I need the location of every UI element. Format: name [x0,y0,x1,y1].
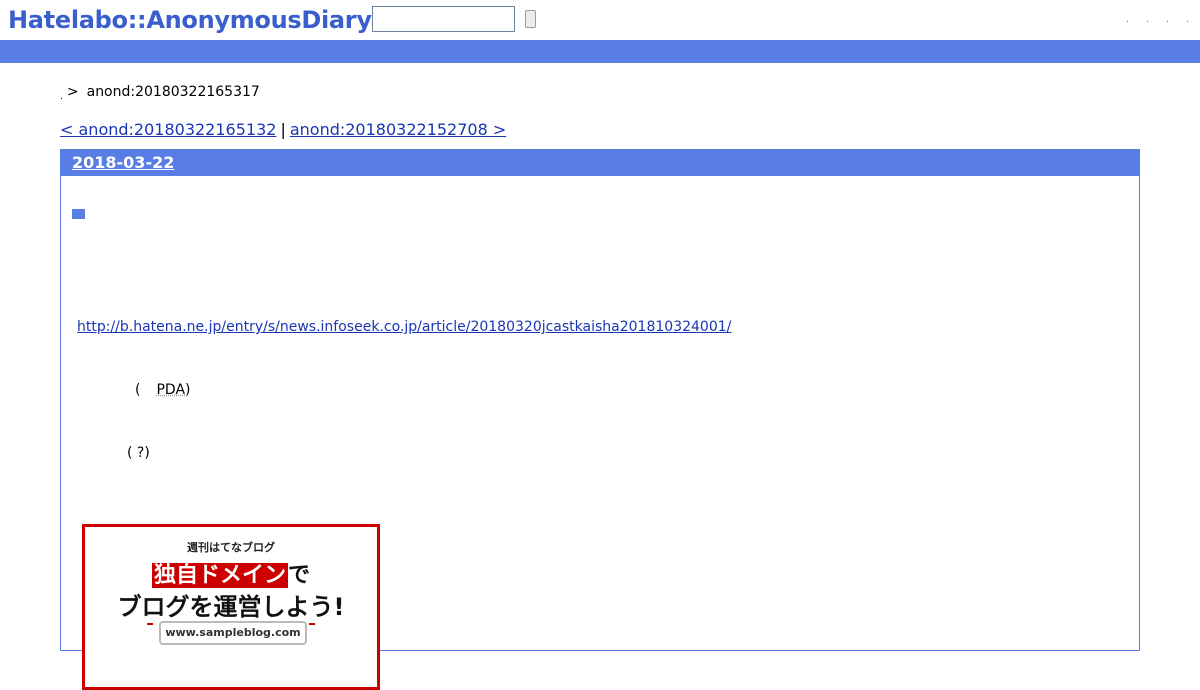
next-entry-link[interactable]: anond:20180322152708 > [290,120,506,139]
header-link-2[interactable]: . [1146,14,1149,25]
diary-entry: 2018-03-22 http://b.hatena.ne.jp/entry/s… [60,149,1140,690]
prev-entry-link[interactable]: < anond:20180322165132 [60,120,276,139]
paren-open: ( [135,382,141,398]
entry-permalink-square-icon[interactable] [72,204,86,219]
ad-headline: 独自ドメインで [85,557,377,589]
ad-subheadline: ブログを運営しよう! [117,593,345,621]
ad-url-box: www.sampleblog.com [159,621,307,645]
ad-decoration-right [309,623,315,625]
header-link-1[interactable]: . [1126,14,1129,25]
header-bar [0,40,1200,63]
search-button[interactable] [525,10,536,28]
entry-date-link[interactable]: 2018-03-22 [72,153,174,172]
ad-highlight: 独自ドメイン [151,563,288,588]
breadcrumb: . > anond:20180322165317 [60,84,260,102]
ad-headline-rest: で [288,563,311,588]
keyword-link-pda[interactable]: PDA [156,382,185,398]
entry-date-bar: 2018-03-22 [61,150,1139,176]
header-links: . . . . [1000,14,1200,30]
header-link-3[interactable]: . [1166,14,1169,25]
ad-headline-small: 週刊はてなブログ [187,541,275,554]
breadcrumb-separator: > [66,84,79,100]
site-header: Hatelabo::AnonymousDiary . . . . [0,0,1200,40]
entry-text-line-1: ( PDA) [135,382,191,398]
square-icon [72,209,85,219]
pager-separator: | [280,120,286,139]
ad-banner[interactable]: 週刊はてなブログ 独自ドメインで ブログを運営しよう! www.samplebl… [82,524,380,690]
breadcrumb-current: anond:20180322165317 [86,84,260,100]
entry-pager: < anond:20180322165132 | anond:20180322152… [60,120,506,139]
header-link-4[interactable]: . [1186,14,1189,25]
paren-close: ) [185,382,191,398]
breadcrumb-home-link[interactable]: . [60,92,63,102]
entry-text-line-2: ( ?) [127,445,150,461]
ad-decoration-left [147,623,153,625]
search-input[interactable] [372,6,515,32]
entry-url-link[interactable]: http://b.hatena.ne.jp/entry/s/news.infos… [77,319,731,335]
site-logo[interactable]: Hatelabo::AnonymousDiary [8,5,372,35]
